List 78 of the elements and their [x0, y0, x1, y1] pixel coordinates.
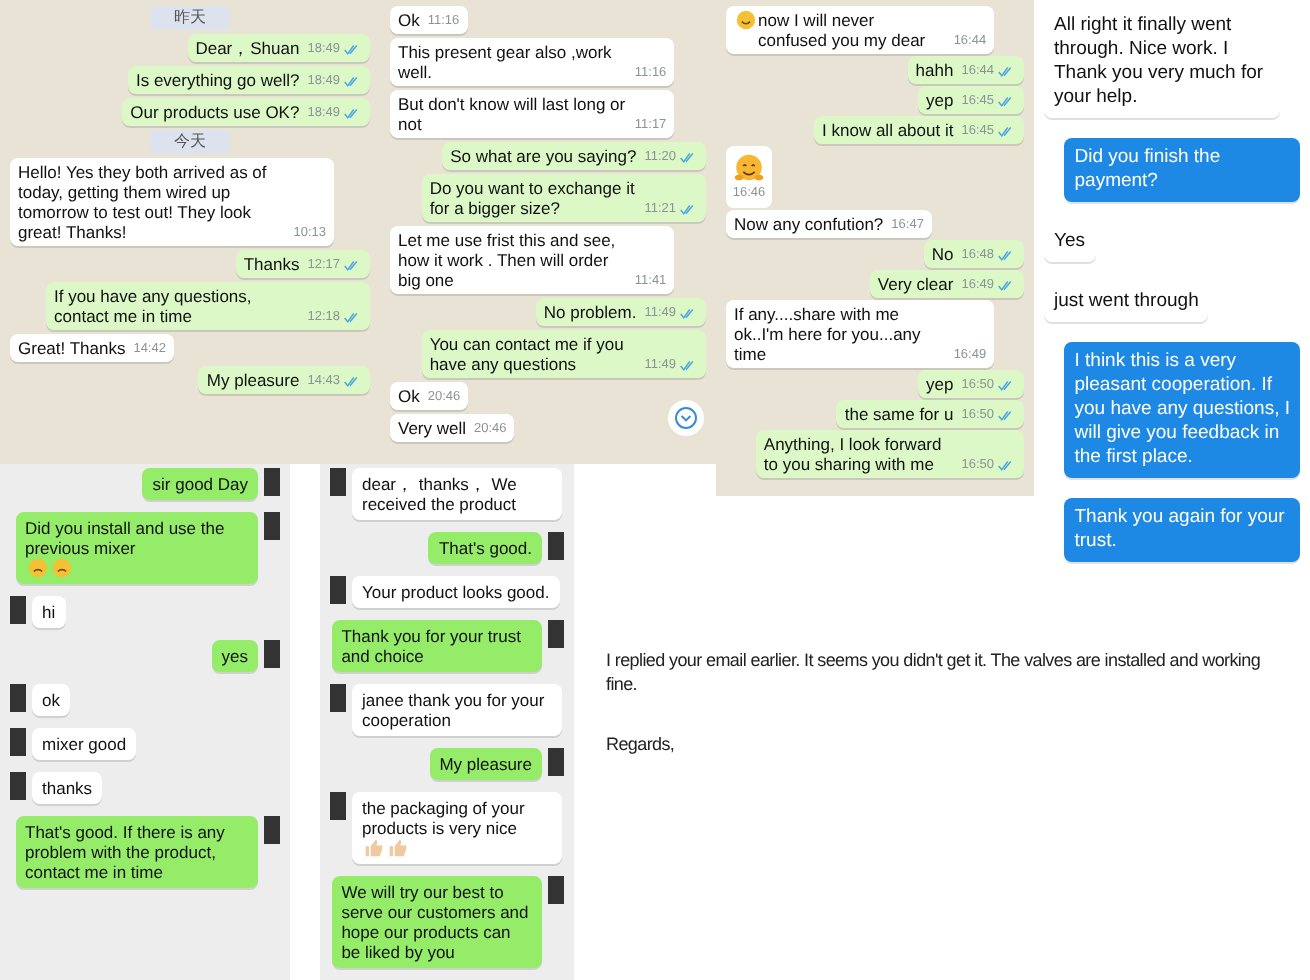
smiley-icon — [51, 558, 71, 578]
smiley-icon — [27, 558, 47, 578]
thumbs-up-icon — [364, 838, 384, 858]
message-text: yes — [221, 646, 248, 666]
avatar — [264, 468, 280, 496]
smiley-icon — [736, 10, 756, 30]
message-text: yep — [926, 374, 954, 394]
message-text: If you have any questions, contact me in time — [54, 286, 254, 326]
message-text: Now any confution? — [734, 214, 884, 234]
date-separator: 今天 — [150, 130, 230, 154]
thumbs-up-icon — [388, 838, 408, 858]
message-text: Dear，Shuan — [195, 38, 300, 58]
message-text: That's good. — [438, 538, 532, 558]
message-text: mixer good — [42, 734, 127, 754]
message-text: now I will never confused you my dear — [758, 10, 928, 50]
message-text: hahh — [915, 60, 954, 80]
scroll-down-button[interactable] — [668, 400, 704, 436]
message-text: Let me use frist this and see, how it work . Then will order big one — [398, 230, 618, 290]
message-text: My pleasure — [439, 754, 532, 774]
avatar — [10, 596, 26, 624]
message-text: We will try our best to serve our customers and hope our products can be liked by you — [341, 882, 531, 962]
avatar — [548, 532, 564, 560]
message-text: the packaging of your products is very nice — [362, 798, 527, 838]
message-text: You can contact me if you have any questions — [429, 334, 626, 374]
message-text: Thank you again for your trust. — [1074, 506, 1287, 554]
message-text: ok — [42, 690, 60, 710]
message-text: just went through — [1054, 290, 1199, 314]
message-text: Is everything go well? — [135, 70, 300, 90]
avatar — [330, 684, 346, 712]
message-text: Great! Thanks — [18, 338, 126, 358]
hugging-face-icon — [732, 152, 766, 186]
avatar — [330, 576, 346, 604]
message-text: I think this is a very pleasant cooperation. If you have any questions, I will give you feedback in the first place. — [1074, 350, 1290, 470]
email-paragraph: Regards, — [606, 732, 677, 756]
avatar — [10, 684, 26, 712]
message-text: Very well — [398, 418, 467, 438]
message-text: No — [931, 244, 954, 264]
message-text: the same for u — [844, 404, 954, 424]
avatar — [330, 792, 346, 820]
message-text: No problem. — [543, 302, 637, 322]
avatar — [548, 620, 564, 648]
message-text: hi — [42, 602, 56, 622]
message-text: yep — [926, 90, 954, 110]
message-text: Did you finish the payment? — [1074, 146, 1223, 194]
avatar — [330, 468, 346, 496]
message-text: Your product looks good. — [362, 582, 550, 602]
avatar — [548, 748, 564, 776]
avatar — [10, 772, 26, 800]
message-text: Hello! Yes they both arrived as of today, getting them wired up tomorrow to test out! They look great! Thanks! — [18, 162, 269, 242]
message-text: Very clear — [877, 274, 954, 294]
avatar — [264, 512, 280, 540]
message-text: If any....share with me ok..I'm here for you...any time — [734, 304, 923, 364]
avatar — [264, 640, 280, 668]
avatar — [548, 876, 564, 904]
message-text: Do you want to exchange it for a bigger size? — [429, 178, 637, 218]
message-text: Thanks — [243, 254, 300, 274]
message-text: Ok — [398, 10, 420, 30]
avatar — [10, 728, 26, 756]
message-text: My pleasure — [206, 370, 300, 390]
message-text: Did you install and use the previous mixer — [25, 518, 227, 558]
message-text: But don't know will last long or not — [398, 94, 627, 134]
message-text: Ok — [398, 386, 420, 406]
message-text: dear， thanks， We received the product — [362, 474, 519, 514]
message-text: Yes — [1054, 230, 1085, 254]
message-text: janee thank you for your cooperation — [362, 690, 547, 730]
message-text: Thank you for your trust and choice — [341, 626, 523, 666]
message-text: This present gear also ,work well. — [398, 42, 614, 82]
email-paragraph: I replied your email earlier. It seems you didn't get it. The valves are installed and working fine. — [606, 648, 1263, 696]
message-text: I know all about it — [822, 120, 954, 140]
message-text: All right it finally went through. Nice work. I Thank you very much for your help. — [1054, 14, 1266, 110]
message-text: That's good. If there is any problem with the product, contact me in time — [25, 822, 227, 882]
avatar — [264, 816, 280, 844]
date-separator: 昨天 — [150, 6, 230, 30]
message-text: So what are you saying? — [450, 146, 637, 166]
message-text: thanks — [42, 778, 93, 798]
message-text: sir good Day — [152, 474, 248, 494]
message-text: Anything, I look forward to you sharing with me — [763, 434, 944, 474]
message-text: Our products use OK? — [130, 102, 300, 122]
